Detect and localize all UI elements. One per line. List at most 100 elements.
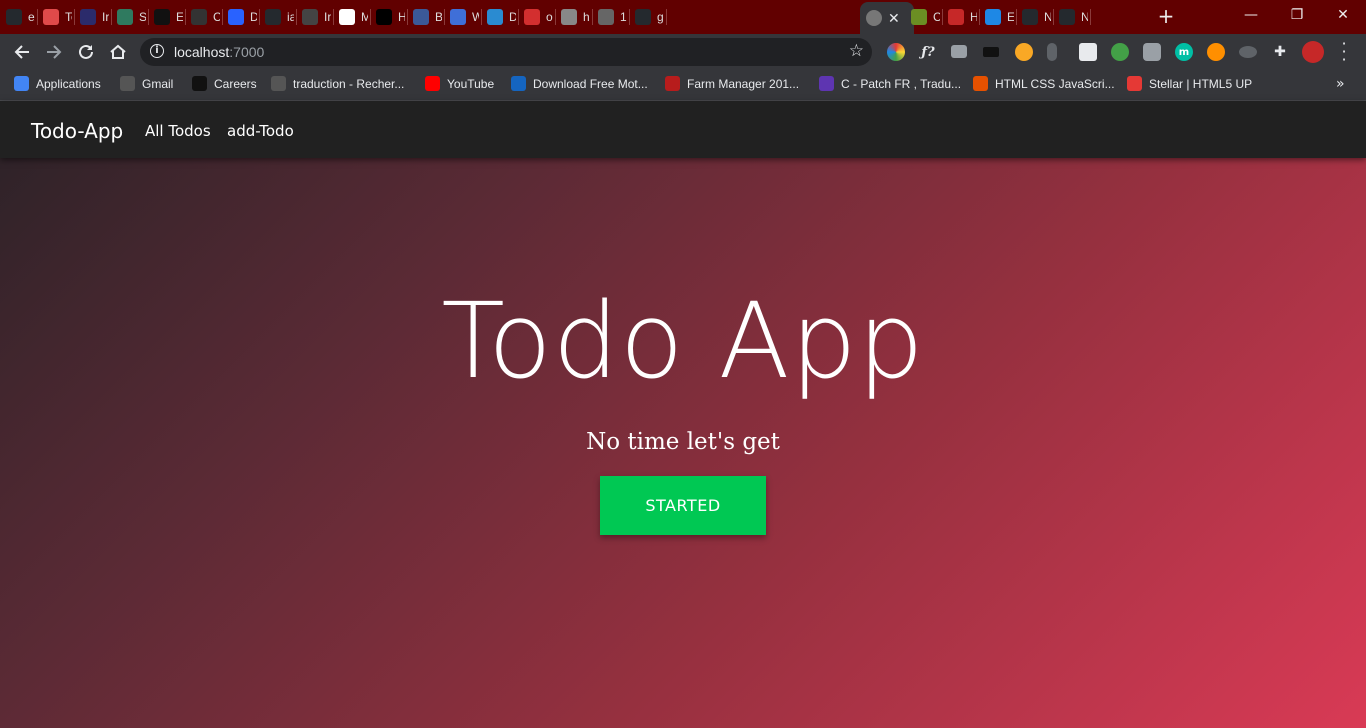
bookmark-label: traduction - Recher... — [293, 76, 405, 91]
tab-title: h — [583, 10, 590, 24]
browser-tab[interactable]: o — [524, 4, 553, 30]
browser-tab[interactable]: W — [450, 4, 479, 30]
browser-tab[interactable]: M — [339, 4, 368, 30]
restore-button[interactable]: ❐ — [1274, 0, 1320, 30]
address-bar[interactable]: i localhost:7000 ☆ — [140, 38, 872, 66]
nav-link-all-todos[interactable]: All Todos — [145, 122, 211, 140]
bookmark-item[interactable]: Download Free Mot... — [511, 76, 648, 91]
bookmark-item[interactable]: HTML CSS JavaScri... — [973, 76, 1115, 91]
bookmark-item[interactable]: traduction - Recher... — [271, 76, 404, 91]
github-icon — [6, 9, 22, 25]
fox-extension-icon[interactable] — [1207, 43, 1225, 61]
url-port: :7000 — [229, 44, 265, 60]
browser-tab[interactable]: To — [43, 4, 72, 30]
globe-icon — [598, 9, 614, 25]
camera-extension-icon[interactable] — [951, 45, 967, 58]
browser-tab[interactable]: N — [1059, 4, 1088, 30]
browser-tab[interactable]: h — [561, 4, 590, 30]
bookmarks-overflow-button[interactable]: » — [1336, 76, 1345, 92]
generic-icon — [911, 9, 927, 25]
tab-separator — [333, 9, 334, 25]
profile-avatar[interactable] — [1302, 41, 1324, 63]
globe-icon — [271, 76, 286, 91]
privacy-extension-icon[interactable] — [1143, 43, 1161, 61]
patch-icon — [819, 76, 834, 91]
font-finder-extension-icon[interactable]: ƒ? — [919, 43, 937, 61]
bookmark-item[interactable]: C - Patch FR , Tradu... — [819, 76, 961, 91]
color-picker-extension-icon[interactable] — [887, 43, 905, 61]
generic-icon — [450, 9, 466, 25]
tab-title: H — [398, 10, 405, 24]
tab-active[interactable]: ✕ — [860, 2, 914, 34]
browser-tab[interactable]: C — [911, 4, 940, 30]
tab-title: C — [933, 10, 940, 24]
n-icon — [524, 9, 540, 25]
new-tab-button[interactable]: + — [1154, 5, 1178, 29]
nav-link-add-todo[interactable]: add-Todo — [227, 122, 294, 140]
hat-extension-icon[interactable] — [1239, 46, 1257, 58]
app-navbar: Todo-App All Todos add-Todo — [0, 101, 1366, 158]
tab-separator — [555, 9, 556, 25]
browser-tab[interactable]: ex — [6, 4, 35, 30]
bookmark-item[interactable]: Applications — [14, 76, 101, 91]
microphone-extension-icon[interactable] — [1047, 43, 1057, 61]
browser-tab[interactable]: D — [487, 4, 516, 30]
tab-separator — [111, 9, 112, 25]
tab-title: Ir — [102, 10, 109, 24]
browser-tab[interactable]: E — [985, 4, 1014, 30]
tab-title: B — [435, 10, 442, 24]
browser-tab[interactable]: H — [948, 4, 977, 30]
reload-icon[interactable] — [72, 38, 100, 66]
home-icon[interactable] — [104, 38, 132, 66]
keyboard-extension-icon[interactable] — [983, 47, 999, 57]
app-brand-link[interactable]: Todo-App — [31, 119, 123, 143]
bookmark-label: Applications — [36, 76, 101, 91]
tab-separator — [629, 9, 630, 25]
tab-separator — [1053, 9, 1054, 25]
browser-tab[interactable]: g — [635, 4, 664, 30]
url-text: localhost:7000 — [174, 44, 264, 60]
browser-tab[interactable]: B — [413, 4, 442, 30]
generic-icon — [561, 9, 577, 25]
browser-tab[interactable]: D — [228, 4, 257, 30]
bookmark-star-icon[interactable]: ☆ — [849, 41, 864, 61]
face-extension-icon[interactable] — [1015, 43, 1033, 61]
tab-separator — [444, 9, 445, 25]
extensions-puzzle-icon[interactable]: ✚ — [1271, 43, 1289, 61]
todo-icon — [43, 9, 59, 25]
tab-title: W — [472, 10, 479, 24]
bookmark-item[interactable]: Stellar | HTML5 UP — [1127, 76, 1252, 91]
bookmark-item[interactable]: Farm Manager 201... — [665, 76, 799, 91]
bookmark-item[interactable]: YouTube — [425, 76, 494, 91]
minimize-button[interactable]: — — [1228, 0, 1274, 30]
globe-icon — [866, 10, 882, 26]
tab-separator — [942, 9, 943, 25]
bookmark-item[interactable]: Careers — [192, 76, 257, 91]
link-icon — [302, 9, 318, 25]
shield-extension-icon[interactable] — [1079, 43, 1097, 61]
close-window-button[interactable]: ✕ — [1320, 0, 1366, 30]
browser-tab[interactable]: Ir — [80, 4, 109, 30]
page-viewport: Todo-App All Todos add-Todo Todo App No … — [0, 101, 1366, 728]
browser-tab[interactable]: 1 — [598, 4, 627, 30]
bookmark-item[interactable]: Gmail — [120, 76, 173, 91]
browser-menu-icon[interactable]: · · · — [1336, 36, 1352, 68]
site-info-icon[interactable]: i — [150, 44, 164, 58]
forward-icon[interactable] — [40, 38, 68, 66]
get-started-button[interactable]: STARTED — [600, 476, 766, 535]
browser-tab-strip: exToIrSıExCDiaIrMHBWDoh1g ✕ CHENN + — ❐ … — [0, 0, 1366, 34]
apps-icon — [14, 76, 29, 91]
tab-title: N — [1081, 10, 1088, 24]
reload-all-extension-icon[interactable] — [1111, 43, 1129, 61]
tab-close-icon[interactable]: ✕ — [888, 10, 900, 27]
browser-tab[interactable]: Sı — [117, 4, 146, 30]
browser-tab[interactable]: H — [376, 4, 405, 30]
browser-tab[interactable]: N — [1022, 4, 1051, 30]
tab-separator — [74, 9, 75, 25]
browser-tab[interactable]: Ir — [302, 4, 331, 30]
browser-tab[interactable]: ia — [265, 4, 294, 30]
browser-tab[interactable]: C — [191, 4, 220, 30]
m-extension-icon[interactable]: m — [1175, 43, 1193, 61]
back-icon[interactable] — [8, 38, 36, 66]
browser-tab[interactable]: Ex — [154, 4, 183, 30]
